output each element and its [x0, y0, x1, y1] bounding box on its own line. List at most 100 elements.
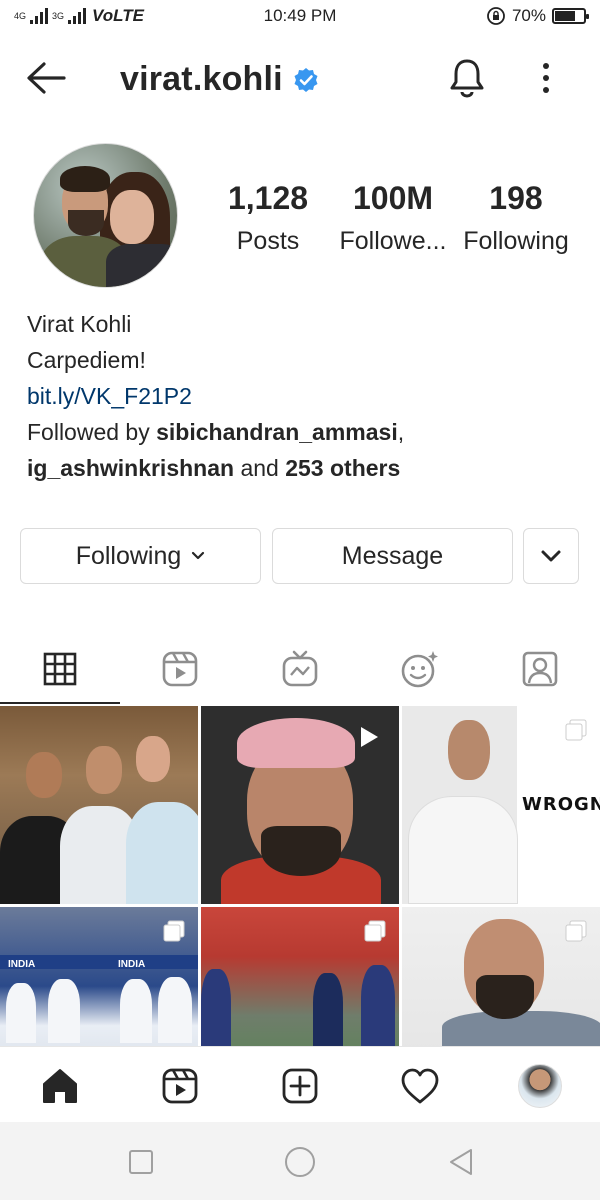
tab-igtv[interactable]	[240, 634, 360, 704]
post-thumbnail[interactable]	[0, 706, 198, 904]
followed-by-prefix: Followed by	[27, 419, 157, 445]
more-vertical-icon	[543, 63, 549, 93]
banner-text: INDIA	[8, 959, 36, 970]
profile-header: virat.kohli	[0, 48, 600, 108]
home-system-button[interactable]	[282, 1144, 318, 1180]
tab-reels[interactable]	[120, 634, 240, 704]
photo-shape	[136, 736, 170, 782]
status-bar: 4G 3G VoLTE 10:49 PM 70%	[0, 0, 600, 32]
tab-effects[interactable]	[360, 634, 480, 704]
photo-shape	[86, 746, 122, 794]
photo-shape	[237, 718, 355, 768]
tab-tagged[interactable]	[480, 634, 600, 704]
posts-label: Posts	[236, 227, 300, 255]
multiple-photos-icon	[565, 719, 587, 741]
posts-grid: WROGN INDIA INDIA	[0, 706, 600, 1046]
post-thumbnail[interactable]	[201, 907, 399, 1046]
post-thumbnail[interactable]: INDIA INDIA	[0, 907, 198, 1046]
nav-activity[interactable]	[395, 1061, 445, 1111]
reels-icon	[162, 651, 198, 687]
profile-stats: 1,128 Posts 100M Followe... 198 Followin…	[220, 180, 590, 260]
new-post-icon	[282, 1068, 318, 1104]
home-icon	[43, 1069, 77, 1103]
back-arrow-icon	[27, 62, 66, 94]
followed-by-others: 253 others	[285, 455, 401, 481]
chevron-down-icon	[541, 550, 561, 562]
reel-indicator-icon	[361, 727, 378, 747]
bottom-navigation	[0, 1046, 600, 1122]
profile-bio: Virat Kohli Carpediem! bit.ly/VK_F21P2 F…	[27, 306, 587, 486]
followed-by[interactable]: Followed by sibichandran_ammasi,	[27, 414, 587, 450]
photo-shape	[26, 752, 62, 798]
multiple-photos-icon	[565, 920, 587, 942]
activity-heart-icon	[401, 1068, 439, 1104]
photo-shape	[120, 979, 152, 1043]
photo-shape	[361, 965, 395, 1046]
nav-reels[interactable]	[155, 1061, 205, 1111]
followed-by-line2[interactable]: ig_ashwinkrishnan and 253 others	[27, 450, 587, 486]
nav-home[interactable]	[35, 1061, 85, 1111]
brand-text: WROGN	[522, 794, 600, 815]
multiple-photos-icon	[163, 920, 185, 942]
username: virat.kohli	[120, 60, 283, 98]
back-button[interactable]	[24, 58, 68, 98]
effects-icon	[401, 651, 438, 688]
suggested-accounts-button[interactable]	[523, 528, 579, 584]
tab-posts-grid[interactable]	[0, 634, 120, 704]
profile-avatar-icon	[518, 1064, 562, 1108]
following-label: Following	[463, 227, 569, 255]
following-button[interactable]: Following	[20, 528, 261, 584]
active-tab-indicator	[0, 702, 120, 704]
message-button[interactable]: Message	[272, 528, 513, 584]
followers-value: 100M	[352, 180, 434, 216]
more-options-button[interactable]	[534, 60, 558, 96]
photo-shape	[408, 796, 518, 904]
post-thumbnail[interactable]	[402, 907, 600, 1046]
post-thumbnail[interactable]	[201, 706, 399, 904]
notifications-bell-button[interactable]	[446, 56, 488, 98]
profile-actions: Following Message	[20, 528, 580, 584]
avatar-photo-part	[68, 210, 104, 236]
nav-new-post[interactable]	[275, 1061, 325, 1111]
square-icon	[129, 1150, 153, 1174]
posts-value: 1,128	[227, 180, 309, 216]
posts-count[interactable]: 1,128 Posts	[220, 180, 316, 256]
tagged-icon	[522, 651, 558, 687]
followed-by-user: ig_ashwinkrishnan	[27, 455, 235, 481]
post-thumbnail[interactable]: WROGN	[402, 706, 600, 904]
avatar-photo-part	[106, 244, 177, 287]
photo-shape	[261, 826, 341, 876]
display-name: Virat Kohli	[27, 311, 132, 337]
photo-shape	[201, 969, 231, 1046]
bell-icon	[450, 59, 484, 98]
igtv-icon	[282, 650, 318, 687]
reels-icon	[162, 1068, 198, 1104]
photo-shape	[448, 720, 490, 780]
banner-text: INDIA	[118, 959, 146, 970]
followed-by-and: and	[234, 455, 286, 481]
bio-text: Carpediem!	[27, 347, 146, 373]
nav-profile[interactable]	[515, 1061, 565, 1111]
following-count[interactable]: 198 Following	[456, 180, 576, 256]
avatar-photo-part	[110, 190, 154, 244]
avatar-photo-part	[60, 166, 110, 192]
bio-link[interactable]: bit.ly/VK_F21P2	[27, 378, 587, 414]
followers-count[interactable]: 100M Followe...	[336, 180, 450, 256]
photo-shape	[48, 979, 80, 1043]
system-navigation-bar	[0, 1122, 600, 1200]
following-button-label: Following	[75, 541, 182, 570]
photo-shape	[6, 983, 36, 1043]
grid-icon	[43, 652, 77, 686]
chevron-down-icon	[192, 551, 205, 560]
photo-shape	[442, 1011, 600, 1046]
multiple-photos-icon	[364, 920, 386, 942]
profile-avatar[interactable]	[33, 143, 178, 288]
recent-apps-button[interactable]	[123, 1144, 159, 1180]
verified-badge-icon	[294, 67, 318, 92]
followed-by-separator: ,	[397, 419, 405, 445]
back-system-button[interactable]	[443, 1144, 479, 1180]
photo-shape	[126, 802, 198, 904]
message-button-label: Message	[341, 541, 444, 570]
triangle-back-icon	[450, 1149, 472, 1175]
username-title: virat.kohli	[120, 60, 319, 99]
